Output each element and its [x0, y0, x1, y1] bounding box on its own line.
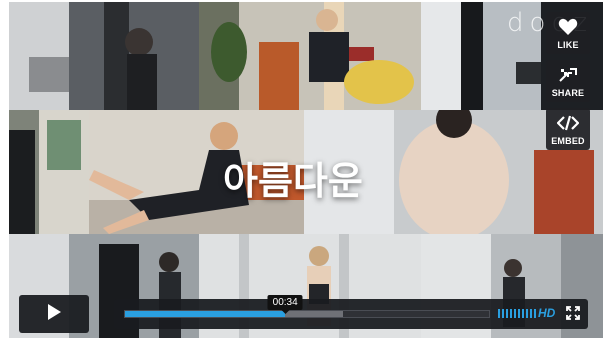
volume-bar: [498, 309, 500, 318]
scene-tile: [9, 110, 89, 234]
embed-label: EMBED: [551, 135, 585, 146]
scene-tile: [9, 2, 199, 110]
volume-bar: [526, 309, 528, 318]
fullscreen-button[interactable]: [566, 306, 580, 325]
volume-bar: [506, 309, 508, 318]
time-tooltip: 00:34: [267, 295, 303, 314]
control-bar: 00:34 HD: [9, 289, 603, 335]
embed-button[interactable]: EMBED: [546, 108, 590, 150]
share-button[interactable]: SHARE: [546, 60, 590, 102]
like-button[interactable]: LIKE: [546, 12, 590, 54]
fullscreen-icon: [566, 306, 580, 324]
volume-bar: [534, 309, 536, 318]
play-icon: [46, 303, 62, 326]
volume-bar: [502, 309, 504, 318]
volume-bar: [514, 309, 516, 318]
hd-toggle[interactable]: HD: [538, 306, 555, 320]
title-overlay: 아름다운: [223, 159, 363, 203]
volume-bar: [530, 309, 532, 318]
progress-track[interactable]: 00:34: [124, 295, 490, 318]
code-icon: [557, 113, 579, 133]
scene-tile: [199, 2, 421, 110]
side-actions: LIKE SHARE EMBED: [546, 12, 590, 150]
volume-bar: [518, 309, 520, 318]
progress-played: [125, 311, 286, 317]
progress-panel: 00:34 HD: [114, 295, 588, 329]
play-button[interactable]: [19, 295, 89, 333]
like-label: LIKE: [557, 39, 579, 50]
volume-control[interactable]: [498, 309, 536, 318]
video-player[interactable]: 아름다운 dooz LIKE SHARE EMBED: [9, 2, 603, 338]
volume-bar: [522, 309, 524, 318]
share-label: SHARE: [551, 87, 585, 98]
heart-icon: [558, 17, 578, 37]
share-icon: [558, 65, 578, 85]
volume-bar: [510, 309, 512, 318]
